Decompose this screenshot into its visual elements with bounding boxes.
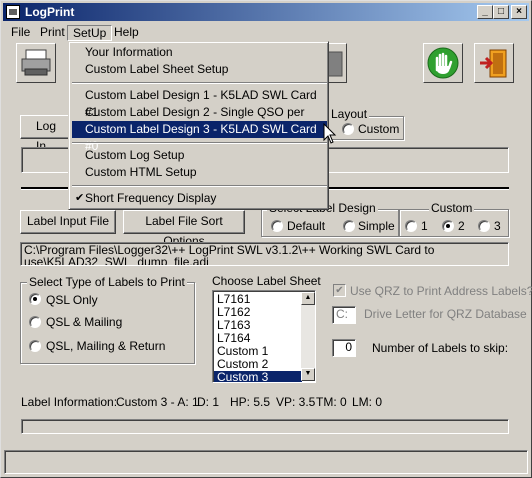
checkmark-icon: ✔ <box>75 192 85 204</box>
label-info-tm: TM: 0 <box>316 395 347 409</box>
listbox-scrollbar[interactable]: ▲ ▼ <box>301 292 315 381</box>
menu-item-custom-html-setup[interactable]: Custom HTML Setup <box>72 164 327 181</box>
qsl-only-radio[interactable] <box>29 293 41 305</box>
menu-print[interactable]: Print <box>35 25 70 41</box>
menu-item-your-information[interactable]: Your Information <box>72 44 327 61</box>
use-qrz-label: Use QRZ to Print Address Labels? <box>350 284 532 298</box>
menu-help[interactable]: Help <box>109 25 144 41</box>
label-file-sort-button[interactable]: Label File Sort Options <box>123 210 245 248</box>
label-info-title: Label Information: <box>21 395 118 409</box>
design-default-label: Default <box>287 219 326 233</box>
qsl-mailing-return-label: QSL, Mailing & Return <box>46 339 166 353</box>
log-in-button[interactable]: Log In <box>20 115 70 153</box>
menu-item-custom-label-sheet-setup[interactable]: Custom Label Sheet Setup <box>72 61 327 78</box>
menu-item-custom-label-design-2[interactable]: Custom Label Design 2 - Single QSO per l… <box>72 104 327 136</box>
qsl-mailing-return-radio[interactable] <box>29 340 41 352</box>
label-info-d: D: 1 <box>197 395 220 409</box>
custom-1-label: 1 <box>421 219 428 233</box>
mouse-pointer-icon <box>323 123 337 144</box>
list-item-selected[interactable]: Custom 3 <box>214 371 302 382</box>
custom-2-label: 2 <box>458 219 465 233</box>
printer-icon <box>21 49 51 76</box>
qsl-only-label: QSL Only <box>46 293 98 307</box>
label-info-hp: HP: 5.5 <box>230 395 271 409</box>
hand-icon <box>427 47 459 79</box>
maximize-button[interactable]: □ <box>493 5 509 19</box>
layout-custom-label: Custom <box>358 122 400 136</box>
label-info-lm: LM: 0 <box>352 395 383 409</box>
custom-1-radio[interactable] <box>405 220 417 232</box>
menu-item-short-frequency-label: Short Frequency Display <box>85 191 217 205</box>
qsl-mailing-radio[interactable] <box>29 316 41 328</box>
app-icon <box>6 5 20 19</box>
title-bar[interactable]: LogPrint _ □ × <box>3 3 529 21</box>
labels-skip-label: Number of Labels to skip: <box>372 341 509 355</box>
file-path-text: C:\Program Files\Logger32\++ LogPrint SW… <box>24 243 435 266</box>
custom-2-radio[interactable] <box>442 220 454 232</box>
custom-3-label: 3 <box>494 219 501 233</box>
menu-setup[interactable]: SetUp <box>67 25 113 41</box>
file-path-box: C:\Program Files\Logger32\++ LogPrint SW… <box>20 242 509 266</box>
menu-item-custom-log-setup[interactable]: Custom Log Setup <box>72 147 327 164</box>
design-default-radio[interactable] <box>271 220 283 232</box>
use-qrz-checkbox[interactable]: ✔ <box>333 284 346 297</box>
qsl-mailing-label: QSL & Mailing <box>46 315 123 329</box>
design-simple-label: Simple <box>358 219 395 233</box>
label-info-vp: VP: 3.5 <box>276 395 316 409</box>
custom-group-title: Custom <box>429 201 475 215</box>
app-window: LogPrint _ □ × File Print SetUp Help Log… <box>0 0 532 478</box>
minimize-button[interactable]: _ <box>477 5 493 19</box>
window-title: LogPrint <box>25 5 75 19</box>
labels-skip-input[interactable]: 0 <box>332 339 356 357</box>
status-bar <box>4 450 528 474</box>
close-button[interactable]: × <box>511 5 527 19</box>
custom-3-radio[interactable] <box>478 220 490 232</box>
label-sheet-listbox[interactable]: L7161 L7162 L7163 L7164 Custom 1 Custom … <box>212 290 316 383</box>
exit-door-icon <box>480 49 507 78</box>
drive-letter-input[interactable]: C: <box>332 306 356 324</box>
menu-bar: File Print SetUp Help <box>3 23 529 41</box>
layout-label: Layout <box>329 107 370 121</box>
hand-button[interactable] <box>423 43 463 83</box>
label-info-design: Custom 3 - A: 1 <box>116 395 199 409</box>
progress-bar <box>21 419 509 434</box>
label-input-file-button[interactable]: Label Input File <box>20 210 116 234</box>
exit-button[interactable] <box>474 43 514 83</box>
layout-custom-radio[interactable] <box>342 123 354 135</box>
menu-item-custom-label-design-3[interactable]: Custom Label Design 3 - K5LAD SWL Card #… <box>72 121 327 153</box>
menu-file[interactable]: File <box>6 25 35 41</box>
menu-item-short-frequency-display[interactable]: ✔ Short Frequency Display <box>72 190 327 207</box>
print-button[interactable] <box>16 43 56 83</box>
menu-separator <box>72 82 327 84</box>
menu-separator <box>72 185 327 187</box>
design-simple-radio[interactable] <box>343 220 355 232</box>
scroll-down-icon[interactable]: ▼ <box>301 368 315 381</box>
drive-letter-label: Drive Letter for QRZ Database <box>364 307 527 321</box>
scroll-up-icon[interactable]: ▲ <box>301 292 315 305</box>
setup-dropdown-menu: Your Information Custom Label Sheet Setu… <box>68 41 329 210</box>
label-type-title: Select Type of Labels to Print <box>27 275 187 289</box>
menu-separator <box>72 142 327 144</box>
menu-item-custom-label-design-1[interactable]: Custom Label Design 1 - K5LAD SWL Card #… <box>72 87 327 119</box>
label-sheet-title: Choose Label Sheet <box>212 274 321 288</box>
